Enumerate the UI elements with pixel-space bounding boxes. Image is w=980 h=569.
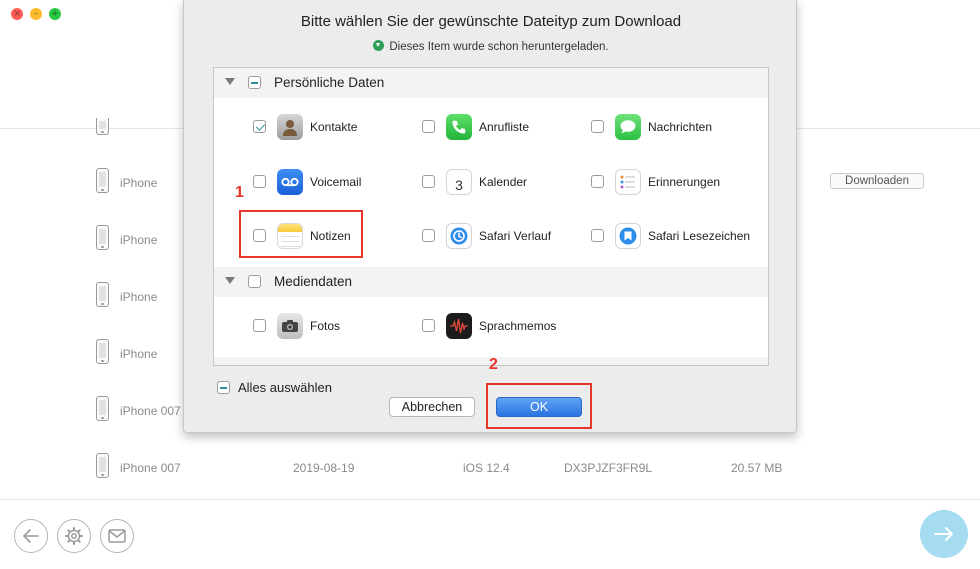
item-safari-lesezeichen[interactable]: Safari Lesezeichen (591, 223, 761, 249)
reminders-icon (615, 169, 641, 195)
item-label: Safari Lesezeichen (648, 229, 751, 243)
arrow-right-icon (934, 527, 953, 541)
dialog-subtitle-text: Dieses Item wurde schon heruntergeladen. (389, 41, 609, 53)
device-name: iPhone (120, 176, 158, 190)
back-button[interactable] (14, 519, 48, 553)
item-label: Anrufliste (479, 120, 530, 134)
zoom-window-button[interactable]: + (49, 8, 61, 20)
mail-icon (108, 529, 126, 543)
device-name: iPhone 007 (120, 404, 181, 418)
select-all-checkbox[interactable] (217, 381, 230, 394)
item-label: Fotos (310, 319, 341, 333)
iphone-icon (96, 118, 109, 135)
item-anrufliste[interactable]: Anrufliste (422, 114, 592, 140)
gear-icon (65, 527, 83, 545)
checkbox[interactable] (591, 120, 604, 133)
device-name: iPhone 007 (120, 461, 181, 475)
item-fotos[interactable]: Fotos (253, 313, 423, 339)
backup-size: 20.57 MB (731, 461, 783, 475)
iphone-icon (96, 282, 109, 307)
item-label: Kalender (479, 175, 528, 189)
camera-icon (277, 313, 303, 339)
window-controls: × – + (11, 8, 61, 20)
device-name: iPhone (120, 347, 158, 361)
item-label: Kontakte (310, 120, 358, 134)
divider (0, 499, 980, 500)
item-label: Nachrichten (648, 120, 713, 134)
iphone-icon (96, 168, 109, 193)
device-row[interactable]: iPhone 007 2019-08-19 iOS 12.4 DX3PJZF3F… (0, 439, 980, 496)
checkbox[interactable] (253, 319, 266, 332)
dialog-title: Bitte wählen Sie der gewünschte Dateityp… (300, 13, 682, 30)
checkbox[interactable] (591, 175, 604, 188)
downloaded-icon (373, 40, 385, 51)
dialog-subtitle: Dieses Item wurde schon heruntergeladen. (184, 40, 798, 53)
voice-memos-icon (446, 313, 472, 339)
item-label: Sprachmemos (479, 319, 557, 333)
item-nachrichten[interactable]: Nachrichten (591, 114, 761, 140)
checkbox[interactable] (422, 175, 435, 188)
step-1-label: 1 (235, 184, 244, 201)
iphone-icon (96, 453, 109, 478)
calendar-day: 3 (455, 176, 463, 193)
contacts-icon (277, 114, 303, 140)
highlight-box-notizen (239, 210, 363, 258)
section-header-media[interactable]: Mediendaten (214, 267, 768, 297)
item-voicemail[interactable]: Voicemail (253, 169, 423, 195)
backup-date: 2019-08-19 (293, 461, 355, 475)
checkbox[interactable] (253, 175, 266, 188)
checkbox[interactable] (422, 319, 435, 332)
item-kalender[interactable]: 3 Kalender (422, 169, 592, 195)
item-safari-verlauf[interactable]: Safari Verlauf (422, 223, 592, 249)
section-label: Mediendaten (274, 274, 353, 289)
minimize-window-button[interactable]: – (30, 8, 42, 20)
select-all-label: Alles auswählen (238, 380, 332, 395)
iphone-icon (96, 339, 109, 364)
step-2-label: 2 (489, 356, 498, 373)
messages-icon (615, 114, 641, 140)
item-label: Voicemail (310, 175, 362, 189)
disclosure-triangle-icon[interactable] (225, 277, 235, 284)
highlight-box-ok (486, 383, 592, 429)
device-name: iPhone (120, 233, 158, 247)
section-checkbox-personal[interactable] (248, 76, 261, 89)
item-label: Erinnerungen (648, 175, 721, 189)
item-sprachmemos[interactable]: Sprachmemos (422, 313, 592, 339)
section-label: Persönliche Daten (274, 75, 385, 90)
checkbox[interactable] (422, 229, 435, 242)
iphone-icon (96, 396, 109, 421)
item-erinnerungen[interactable]: Erinnerungen (591, 169, 761, 195)
item-kontakte[interactable]: Kontakte (253, 114, 423, 140)
item-label: Safari Verlauf (479, 229, 552, 243)
checkbox[interactable] (591, 229, 604, 242)
phone-icon (446, 114, 472, 140)
download-button[interactable]: Downloaden (830, 173, 924, 189)
arrow-left-icon (23, 529, 39, 543)
disclosure-triangle-icon[interactable] (225, 78, 235, 85)
safari-bookmarks-icon (615, 223, 641, 249)
ios-version: iOS 12.4 (463, 461, 510, 475)
cancel-button[interactable]: Abbrechen (389, 397, 475, 417)
safari-history-icon (446, 223, 472, 249)
next-button[interactable] (920, 510, 968, 558)
serial-number: DX3PJZF3FR9L (564, 461, 653, 475)
device-name: iPhone (120, 290, 158, 304)
mail-button[interactable] (100, 519, 134, 553)
calendar-icon: 3 (446, 169, 472, 195)
voicemail-icon (277, 169, 303, 195)
checkbox[interactable] (253, 120, 266, 133)
section-header-personal[interactable]: Persönliche Daten (214, 68, 768, 98)
checkbox[interactable] (422, 120, 435, 133)
close-window-button[interactable]: × (11, 8, 23, 20)
iphone-icon (96, 225, 109, 250)
settings-button[interactable] (57, 519, 91, 553)
section-checkbox-media[interactable] (248, 275, 261, 288)
